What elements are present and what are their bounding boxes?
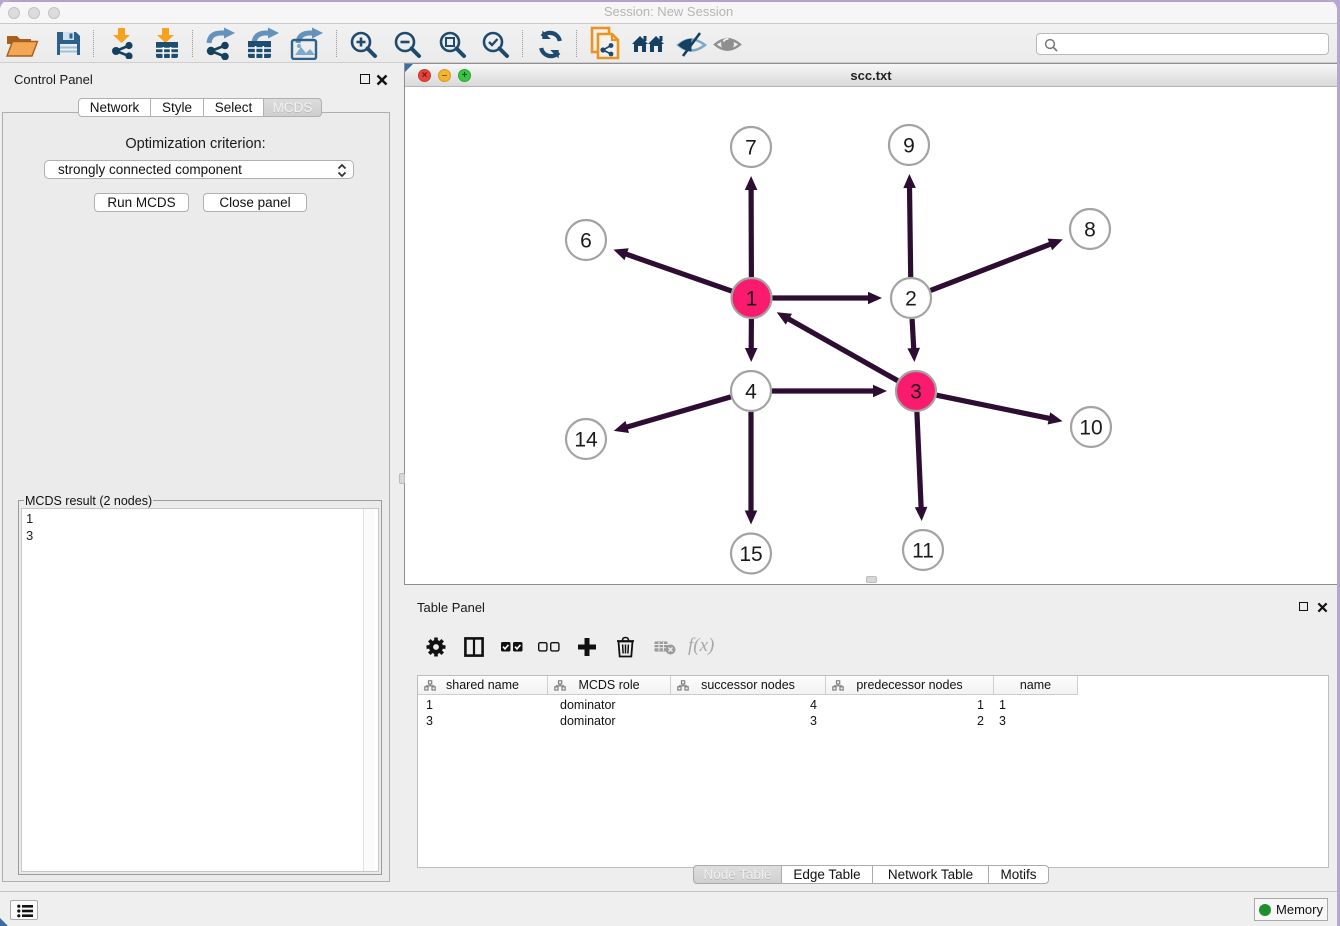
svg-text:11: 11	[912, 540, 934, 563]
svg-text:8: 8	[1084, 219, 1096, 242]
svg-text:9: 9	[903, 135, 915, 158]
svg-text:7: 7	[745, 137, 757, 160]
svg-text:14: 14	[574, 429, 598, 452]
svg-text:15: 15	[739, 543, 762, 566]
svg-text:3: 3	[910, 381, 922, 404]
svg-text:4: 4	[745, 381, 757, 404]
svg-text:10: 10	[1079, 417, 1102, 440]
svg-text:1: 1	[746, 288, 758, 311]
svg-text:2: 2	[905, 288, 917, 311]
svg-text:6: 6	[580, 230, 592, 253]
